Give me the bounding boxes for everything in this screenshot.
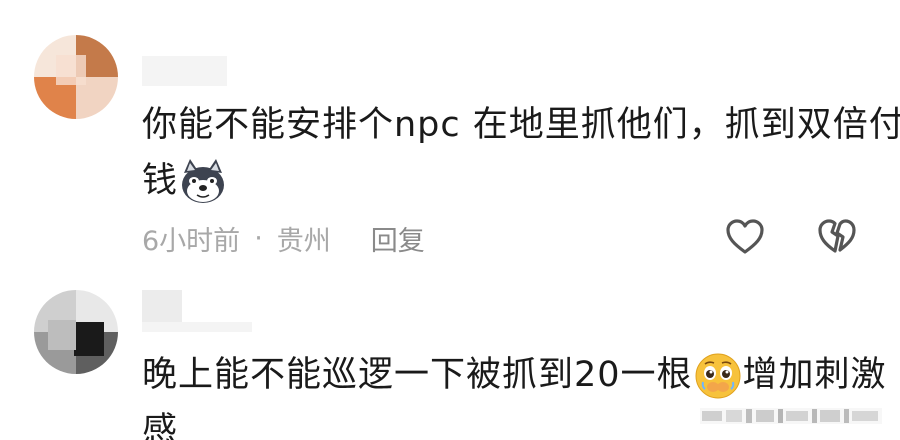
comment-list: 你能不能安排个npc 在地里抓他们，抓到双倍付 钱 6小时前 · 贵州 回复 晚…: [0, 0, 900, 440]
comment-text-continued: 感: [142, 402, 178, 440]
reply-button[interactable]: 回复: [371, 219, 425, 258]
like-heart-icon[interactable]: [724, 216, 766, 258]
watermark-image: [700, 405, 882, 427]
husky-dog-emoji: [178, 157, 228, 207]
avatar[interactable]: [34, 35, 118, 119]
comment-line-2: 钱: [142, 161, 179, 201]
comment-time: 6小时前: [142, 225, 241, 257]
meta-separator: ·: [254, 222, 263, 254]
username-redacted-tail: [142, 322, 252, 332]
username-redacted[interactable]: [142, 56, 227, 86]
comment-text: 晚上能不能巡逻一下被抓到20一根 增加刺激: [142, 346, 887, 404]
avatar[interactable]: [34, 290, 118, 374]
comment-text-continued: 钱: [142, 152, 228, 210]
comment-meta: 6小时前 · 贵州 回复: [142, 218, 425, 258]
username-redacted[interactable]: [142, 290, 182, 324]
comment-line-1: 晚上能不能巡逻一下被抓到20一根: [142, 355, 693, 395]
pleading-face-emoji: [693, 351, 743, 401]
comment-text: 你能不能安排个npc 在地里抓他们，抓到双倍付: [142, 96, 900, 154]
dislike-broken-heart-icon[interactable]: [816, 216, 858, 258]
comment-line-2: 感: [142, 411, 179, 440]
comment-line-1: 你能不能安排个npc 在地里抓他们，抓到双倍付: [142, 105, 900, 145]
comment-line-1-after: 增加刺激: [742, 355, 887, 395]
comment-location: 贵州: [276, 225, 331, 257]
